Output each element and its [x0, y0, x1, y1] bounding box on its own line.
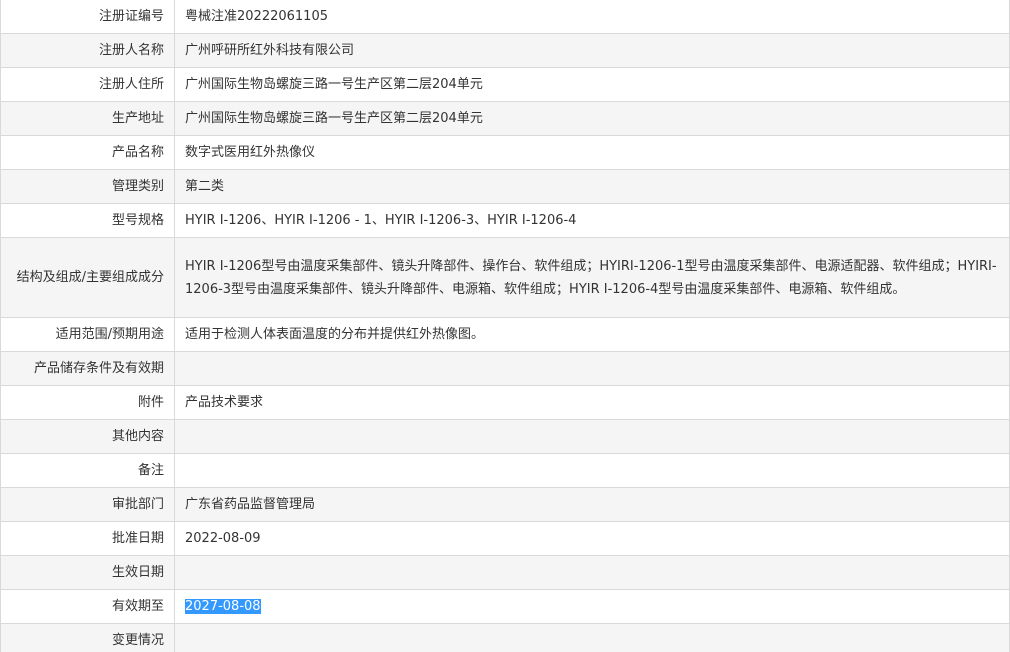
label-storage-validity: 产品储存条件及有效期 [0, 351, 175, 386]
row-registration-number: 注册证编号 粤械注准20222061105 [0, 0, 1010, 34]
label-management-category: 管理类别 [0, 169, 175, 204]
value-storage-validity [174, 351, 1010, 386]
row-production-address: 生产地址 广州国际生物岛螺旋三路一号生产区第二层204单元 [0, 101, 1010, 136]
row-other-content: 其他内容 [0, 419, 1010, 454]
label-attachment: 附件 [0, 385, 175, 420]
value-registrant-name: 广州呼研所红外科技有限公司 [174, 33, 1010, 68]
value-model-spec: HYIR I-1206、HYIR I-1206 - 1、HYIR I-1206-… [174, 203, 1010, 238]
label-registration-number: 注册证编号 [0, 0, 175, 34]
value-approval-date: 2022-08-09 [174, 521, 1010, 556]
value-valid-until-cell: 2027-08-08 [174, 589, 1010, 624]
row-approval-department: 审批部门 广东省药品监督管理局 [0, 487, 1010, 522]
row-remarks: 备注 [0, 453, 1010, 488]
row-intended-use: 适用范围/预期用途 适用于检测人体表面温度的分布并提供红外热像图。 [0, 317, 1010, 352]
value-production-address: 广州国际生物岛螺旋三路一号生产区第二层204单元 [174, 101, 1010, 136]
row-effective-date: 生效日期 [0, 555, 1010, 590]
row-valid-until: 有效期至 2027-08-08 [0, 589, 1010, 624]
label-intended-use: 适用范围/预期用途 [0, 317, 175, 352]
row-management-category: 管理类别 第二类 [0, 169, 1010, 204]
registration-detail-table: 注册证编号 粤械注准20222061105 注册人名称 广州呼研所红外科技有限公… [0, 0, 1010, 652]
label-registrant-address: 注册人住所 [0, 67, 175, 102]
value-approval-department: 广东省药品监督管理局 [174, 487, 1010, 522]
value-intended-use: 适用于检测人体表面温度的分布并提供红外热像图。 [174, 317, 1010, 352]
label-production-address: 生产地址 [0, 101, 175, 136]
value-change-history [174, 623, 1010, 652]
value-effective-date [174, 555, 1010, 590]
value-product-name: 数字式医用红外热像仪 [174, 135, 1010, 170]
label-approval-department: 审批部门 [0, 487, 175, 522]
label-registrant-name: 注册人名称 [0, 33, 175, 68]
label-model-spec: 型号规格 [0, 203, 175, 238]
row-attachment: 附件 产品技术要求 [0, 385, 1010, 420]
label-effective-date: 生效日期 [0, 555, 175, 590]
row-product-name: 产品名称 数字式医用红外热像仪 [0, 135, 1010, 170]
row-change-history: 变更情况 [0, 623, 1010, 652]
label-other-content: 其他内容 [0, 419, 175, 454]
label-remarks: 备注 [0, 453, 175, 488]
value-registrant-address: 广州国际生物岛螺旋三路一号生产区第二层204单元 [174, 67, 1010, 102]
value-attachment: 产品技术要求 [174, 385, 1010, 420]
value-remarks [174, 453, 1010, 488]
row-model-spec: 型号规格 HYIR I-1206、HYIR I-1206 - 1、HYIR I-… [0, 203, 1010, 238]
row-approval-date: 批准日期 2022-08-09 [0, 521, 1010, 556]
row-registrant-address: 注册人住所 广州国际生物岛螺旋三路一号生产区第二层204单元 [0, 67, 1010, 102]
value-management-category: 第二类 [174, 169, 1010, 204]
label-structure-composition: 结构及组成/主要组成成分 [0, 237, 175, 318]
label-approval-date: 批准日期 [0, 521, 175, 556]
value-registration-number: 粤械注准20222061105 [174, 0, 1010, 34]
label-change-history: 变更情况 [0, 623, 175, 652]
row-registrant-name: 注册人名称 广州呼研所红外科技有限公司 [0, 33, 1010, 68]
row-structure-composition: 结构及组成/主要组成成分 HYIR I-1206型号由温度采集部件、镜头升降部件… [0, 237, 1010, 318]
value-other-content [174, 419, 1010, 454]
row-storage-validity: 产品储存条件及有效期 [0, 351, 1010, 386]
value-valid-until[interactable]: 2027-08-08 [185, 599, 261, 614]
value-structure-composition: HYIR I-1206型号由温度采集部件、镜头升降部件、操作台、软件组成；HYI… [174, 237, 1010, 318]
label-product-name: 产品名称 [0, 135, 175, 170]
label-valid-until: 有效期至 [0, 589, 175, 624]
